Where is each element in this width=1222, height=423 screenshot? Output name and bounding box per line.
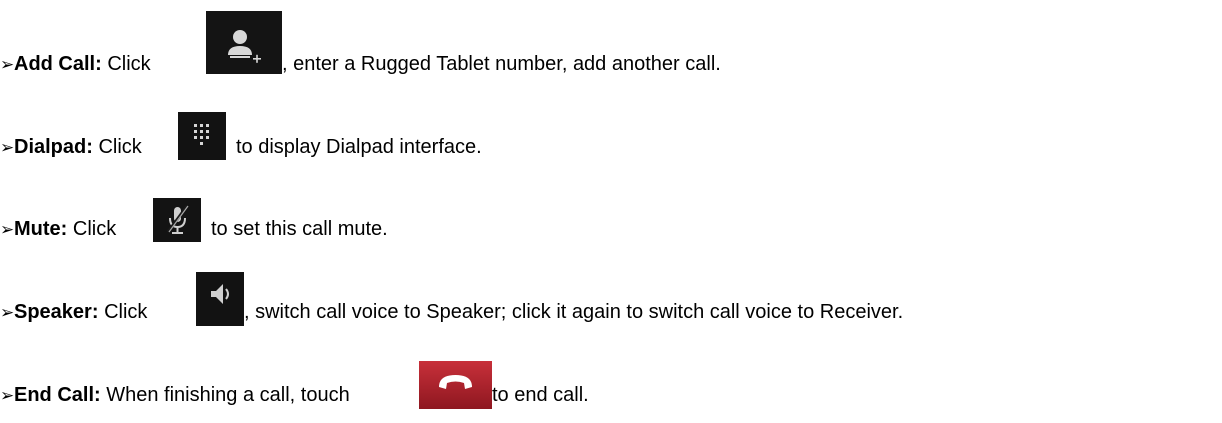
end-call-term: End Call:	[14, 384, 101, 406]
mute-lead: Click	[72, 218, 117, 240]
add-call-lead: Click	[107, 53, 151, 75]
speaker-rest: , switch call voice to Speaker; click it…	[244, 301, 904, 323]
end-call-instruction: ➢End Call: When finishing a call, touch	[0, 383, 350, 408]
add-call-rest-wrap: , enter a Rugged Tablet number, add anot…	[282, 52, 721, 76]
dialpad-rest: to display Dialpad interface.	[236, 136, 482, 158]
dialpad-term: Dialpad:	[14, 136, 93, 158]
dialpad-instruction: ➢Dialpad: Click	[0, 135, 142, 160]
speaker-rest-wrap: , switch call voice to Speaker; click it…	[244, 300, 903, 324]
add-call-instruction: ➢Add Call: Click	[0, 52, 151, 77]
mute-rest-wrap: to set this call mute.	[211, 217, 388, 241]
bullet-arrow-icon: ➢	[0, 386, 15, 405]
add-person-icon[interactable]	[206, 11, 282, 74]
dialpad-icon[interactable]	[178, 112, 226, 160]
mute-rest: to set this call mute.	[211, 218, 388, 240]
speaker-icon[interactable]	[196, 272, 244, 326]
bullet-arrow-icon: ➢	[0, 138, 15, 157]
mute-instruction: ➢Mute: Click	[0, 217, 116, 242]
bullet-arrow-icon: ➢	[0, 55, 15, 74]
end-call-rest: to end call.	[492, 384, 589, 406]
speaker-instruction: ➢Speaker: Click	[0, 300, 147, 325]
bullet-arrow-icon: ➢	[0, 220, 15, 239]
speaker-term: Speaker:	[14, 301, 99, 323]
bullet-arrow-icon: ➢	[0, 303, 15, 322]
add-call-term: Add Call:	[14, 53, 102, 75]
add-call-rest: , enter a Rugged Tablet number, add anot…	[282, 53, 721, 75]
dialpad-rest-wrap: to display Dialpad interface.	[236, 135, 482, 159]
speaker-lead: Click	[104, 301, 148, 323]
end-call-lead: When finishing a call, touch	[106, 384, 350, 406]
mute-microphone-icon[interactable]	[153, 198, 201, 242]
end-call-icon[interactable]	[419, 361, 492, 409]
mute-term: Mute:	[14, 218, 68, 240]
dialpad-lead: Click	[98, 136, 142, 158]
end-call-rest-wrap: to end call.	[492, 383, 589, 407]
